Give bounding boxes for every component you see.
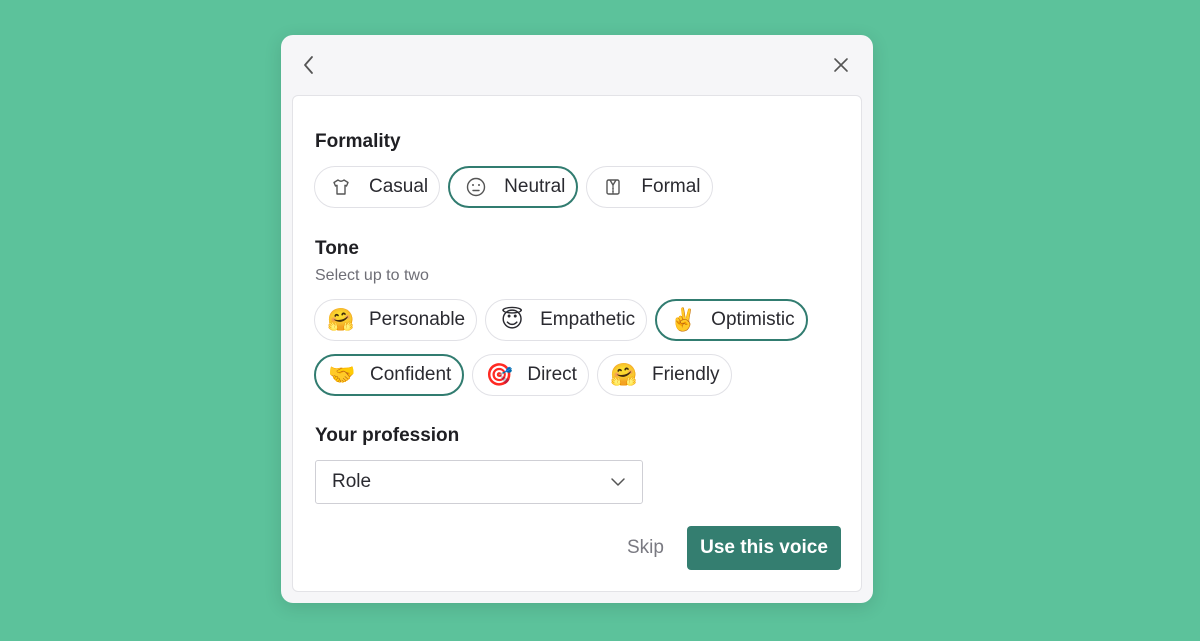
profession-heading: Your profession xyxy=(315,425,460,446)
tone-subtitle: Select up to two xyxy=(315,267,429,284)
tone-heading: Tone xyxy=(315,238,359,259)
chip-label: Neutral xyxy=(504,176,566,197)
voice-settings-modal: Formality Casual Neutral Formal Tone Sel… xyxy=(281,35,873,603)
tone-chip-empathetic[interactable]: 😇 Empathetic xyxy=(485,299,648,341)
hugging-face-icon: 🤗 xyxy=(327,307,355,332)
settings-panel: Formality Casual Neutral Formal Tone Sel… xyxy=(292,95,862,592)
tone-chip-optimistic[interactable]: ✌️ Optimistic xyxy=(655,299,808,341)
chip-label: Formal xyxy=(641,176,701,197)
chip-label: Personable xyxy=(369,309,466,330)
tone-chip-friendly[interactable]: 🤗 Friendly xyxy=(596,354,732,396)
formality-chip-formal[interactable]: Formal xyxy=(586,166,713,208)
role-select-value: Role xyxy=(332,471,372,492)
chip-label: Friendly xyxy=(651,364,720,385)
close-button[interactable] xyxy=(827,51,855,79)
chip-label: Casual xyxy=(369,176,429,197)
role-select[interactable]: Role xyxy=(315,460,643,504)
chevron-left-icon xyxy=(304,56,313,74)
modal-header xyxy=(281,35,873,95)
chip-label: Optimistic xyxy=(711,309,795,330)
chip-label: Direct xyxy=(527,364,577,385)
neutral-face-icon xyxy=(462,173,490,201)
handshake-icon: 🤝 xyxy=(328,362,356,387)
use-this-voice-button[interactable]: Use this voice xyxy=(687,526,841,570)
smiling-halo-face-icon: 😇 xyxy=(500,307,524,332)
formality-chip-neutral[interactable]: Neutral xyxy=(448,166,579,208)
tone-chip-personable[interactable]: 🤗 Personable xyxy=(314,299,478,341)
tone-chip-confident[interactable]: 🤝 Confident xyxy=(314,354,465,396)
target-icon: 🎯 xyxy=(485,362,514,387)
formality-heading: Formality xyxy=(315,131,401,152)
tone-chip-direct[interactable]: 🎯 Direct xyxy=(472,354,589,396)
tshirt-icon xyxy=(327,173,355,201)
hugging-face-icon: 🤗 xyxy=(610,362,638,387)
chevron-down-icon xyxy=(611,478,625,486)
close-icon xyxy=(834,58,848,72)
formality-options: Casual Neutral Formal xyxy=(314,166,713,208)
formality-chip-casual[interactable]: Casual xyxy=(314,166,441,208)
back-button[interactable] xyxy=(295,51,323,79)
skip-button[interactable]: Skip xyxy=(627,537,664,559)
victory-hand-icon: ✌️ xyxy=(669,307,697,332)
tone-options-row-1: 🤗 Personable 😇 Empathetic ✌️ Optimistic xyxy=(314,299,808,341)
suit-icon xyxy=(599,173,627,201)
chip-label: Empathetic xyxy=(540,309,636,330)
chip-label: Confident xyxy=(370,364,452,385)
tone-options-row-2: 🤝 Confident 🎯 Direct 🤗 Friendly xyxy=(314,354,732,396)
